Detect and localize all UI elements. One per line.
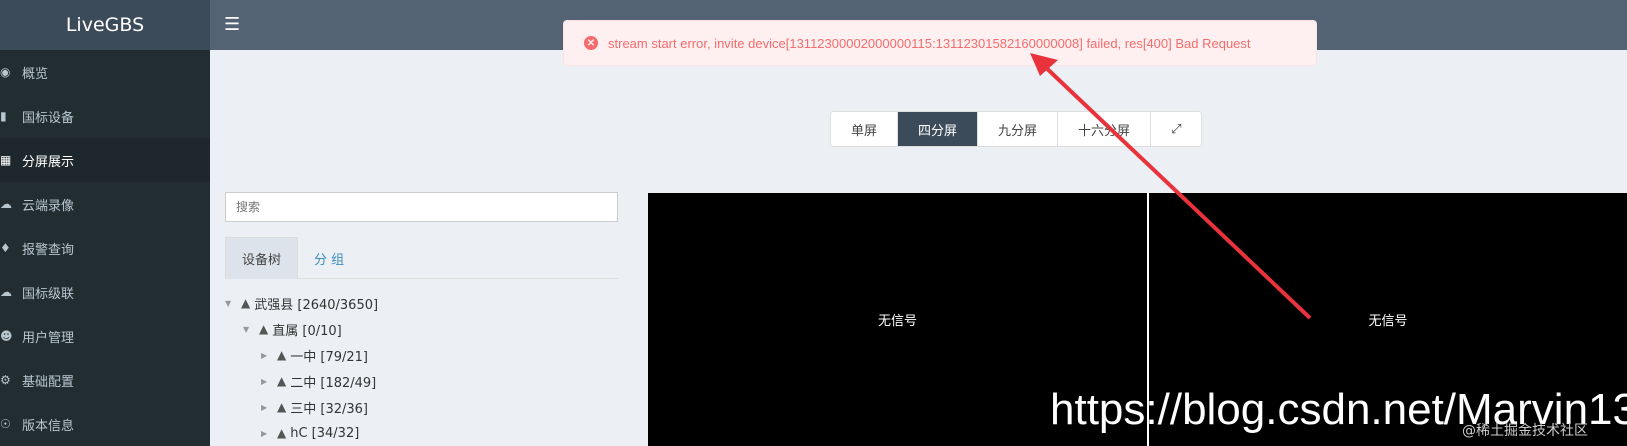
watermark-source: @稀土掘金技术社区 xyxy=(1462,423,1588,439)
red-arrow-annotation xyxy=(1030,53,1312,320)
